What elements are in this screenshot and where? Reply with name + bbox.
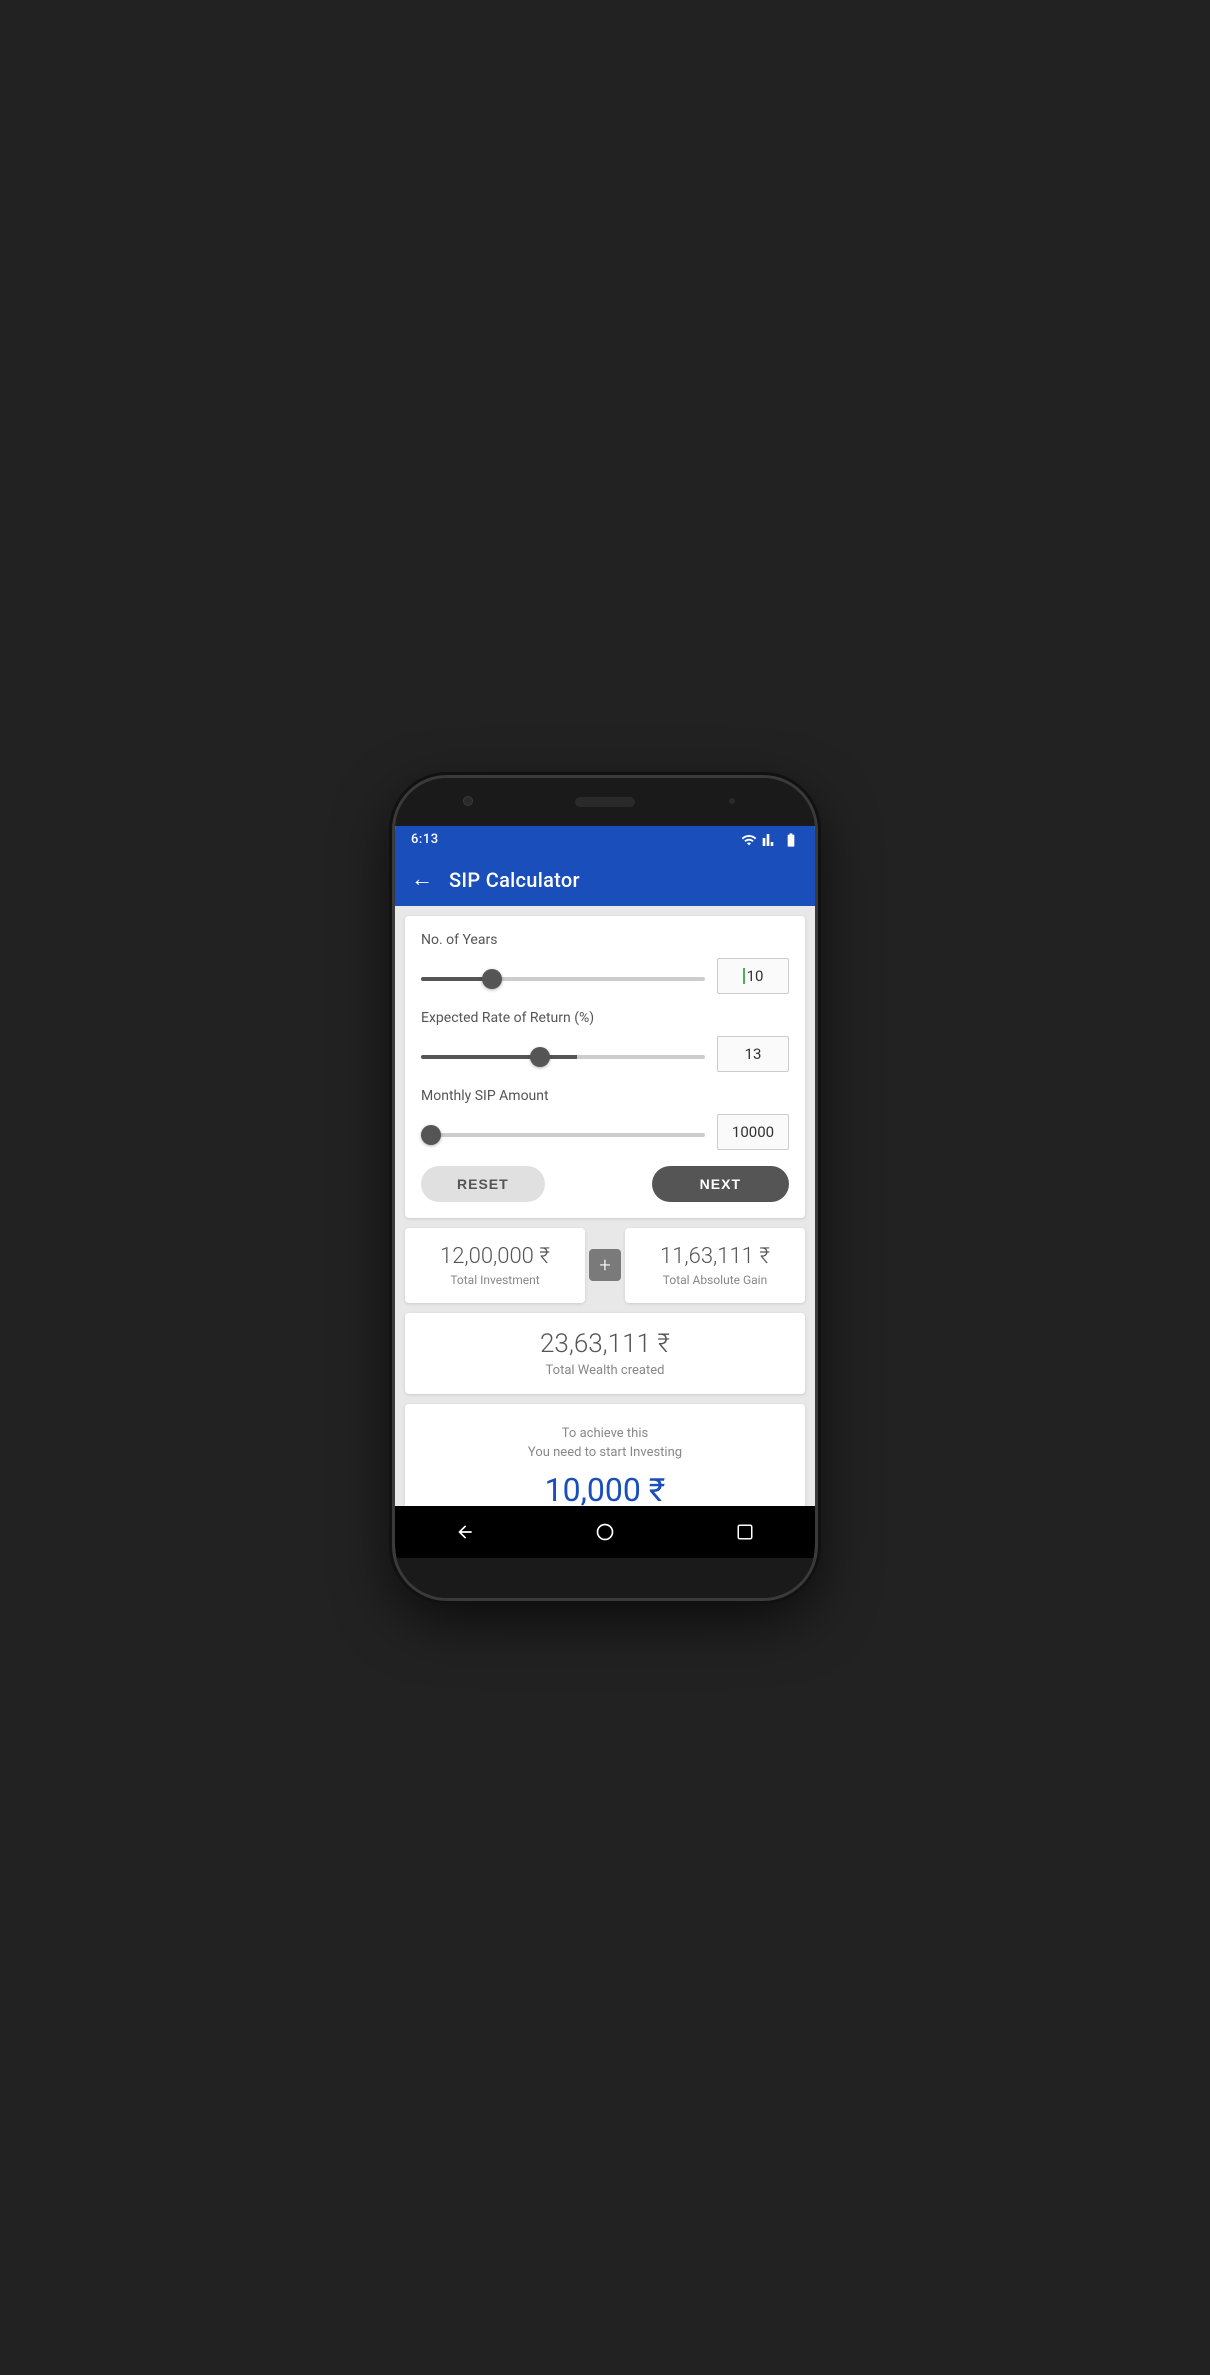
return-value-box: 13 [717, 1036, 789, 1072]
achieve-amount: 10,000 ₹ [545, 1471, 666, 1506]
nav-bar [395, 1506, 815, 1558]
total-wealth-amount: 23,63,111 ₹ [540, 1329, 670, 1359]
home-circle-icon [595, 1522, 615, 1542]
total-gain-label: Total Absolute Gain [663, 1273, 767, 1287]
return-slider-wrap [421, 1044, 705, 1063]
calculator-card: No. of Years 10 Expected Rate of Return … [405, 916, 805, 1218]
sip-value-box: 10000 [717, 1114, 789, 1150]
return-label: Expected Rate of Return (%) [421, 1010, 789, 1026]
back-button[interactable]: ← [411, 869, 433, 891]
wifi-icon [741, 832, 757, 848]
main-content[interactable]: No. of Years 10 Expected Rate of Return … [395, 906, 815, 1506]
total-wealth-card: 23,63,111 ₹ Total Wealth created [405, 1313, 805, 1394]
phone-device: 6:13 ← SIP Calculator [395, 778, 815, 1598]
total-investment-amount: 12,00,000 ₹ [440, 1244, 550, 1269]
achieve-card: To achieve this You need to start Invest… [405, 1404, 805, 1506]
total-investment-label: Total Investment [450, 1273, 539, 1287]
phone-screen: 6:13 ← SIP Calculator [395, 826, 815, 1558]
app-title: SIP Calculator [449, 868, 580, 892]
phone-top-bar [395, 778, 815, 826]
results-row: 12,00,000 ₹ Total Investment + 11,63,111… [405, 1228, 805, 1303]
battery-icon [783, 832, 799, 848]
years-label: No. of Years [421, 932, 789, 948]
plus-divider: + [585, 1228, 625, 1303]
status-icons [741, 832, 799, 848]
total-wealth-label: Total Wealth created [546, 1363, 665, 1378]
camera-dot [463, 796, 473, 806]
phone-bottom [395, 1558, 815, 1598]
status-time: 6:13 [411, 832, 439, 847]
total-gain-amount: 11,63,111 ₹ [660, 1244, 770, 1269]
sip-slider[interactable] [421, 1133, 705, 1137]
sip-label: Monthly SIP Amount [421, 1088, 789, 1104]
return-slider-row: 13 [421, 1036, 789, 1072]
back-triangle-icon [455, 1522, 475, 1542]
nav-back-button[interactable] [447, 1514, 483, 1550]
nav-home-button[interactable] [587, 1514, 623, 1550]
years-value-box: 10 [717, 958, 789, 994]
signal-icon [762, 832, 778, 848]
recent-square-icon [736, 1523, 754, 1541]
speaker-grill [575, 797, 635, 807]
sensor-dot [729, 798, 735, 804]
sip-slider-row: 10000 [421, 1114, 789, 1150]
sip-slider-wrap [421, 1122, 705, 1141]
years-slider[interactable] [421, 977, 705, 981]
plus-icon: + [589, 1249, 621, 1281]
app-bar: ← SIP Calculator [395, 854, 815, 906]
reset-button[interactable]: RESET [421, 1166, 545, 1202]
status-bar: 6:13 [395, 826, 815, 854]
nav-recent-button[interactable] [727, 1514, 763, 1550]
total-investment-card: 12,00,000 ₹ Total Investment [405, 1228, 585, 1303]
next-button[interactable]: NEXT [652, 1166, 789, 1202]
achieve-text: To achieve this You need to start Invest… [528, 1424, 682, 1463]
buttons-row: RESET NEXT [421, 1166, 789, 1202]
total-gain-card: 11,63,111 ₹ Total Absolute Gain [625, 1228, 805, 1303]
return-slider[interactable] [421, 1055, 705, 1059]
years-slider-wrap [421, 966, 705, 985]
years-slider-row: 10 [421, 958, 789, 994]
